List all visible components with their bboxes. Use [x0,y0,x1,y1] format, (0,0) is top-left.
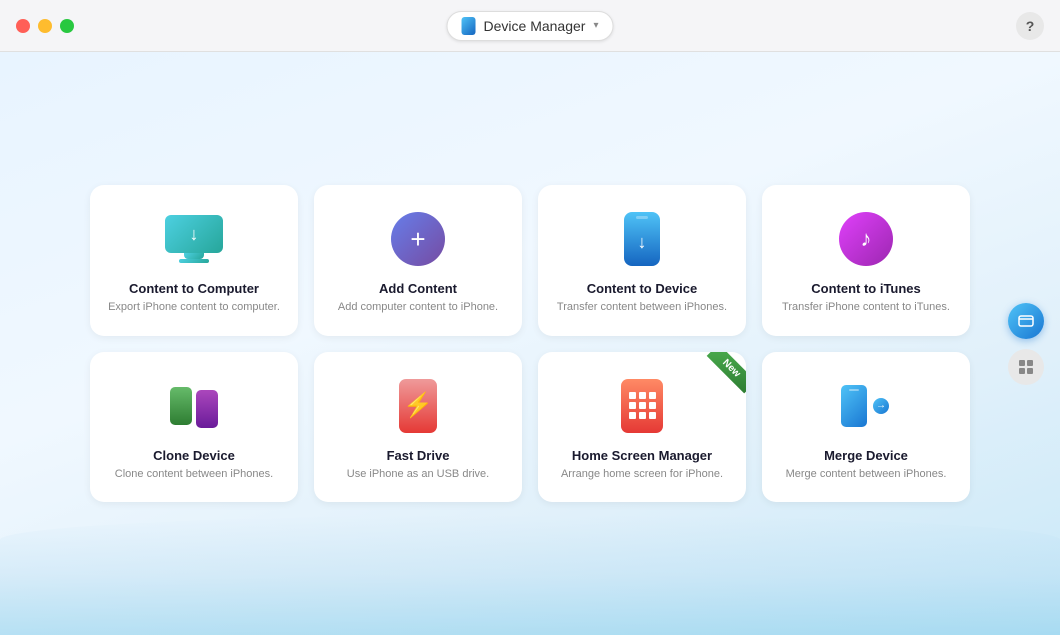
card-title: Add Content [379,281,457,296]
card-content-to-itunes[interactable]: ♪ Content to iTunes Transfer iPhone cont… [762,185,970,335]
card-desc: Clone content between iPhones. [115,467,273,482]
chevron-down-icon: ▾ [593,20,598,31]
phone-notch [636,216,648,219]
usb-drive-icon: ⚡ [399,379,437,433]
grid-view-button[interactable] [1008,349,1044,385]
content-to-computer-icon: ↓ [164,209,224,269]
new-badge: New [696,352,746,402]
card-add-content[interactable]: + Add Content Add computer content to iP… [314,185,522,335]
card-desc: Add computer content to iPhone. [338,300,498,315]
expand-button[interactable] [1008,303,1044,339]
apps-grid-icon [621,379,663,433]
wave-decoration [0,515,1060,635]
device-manager-dropdown[interactable]: Device Manager ▾ [447,11,614,41]
card-desc: Merge content between iPhones. [786,467,947,482]
card-desc: Arrange home screen for iPhone. [561,467,723,482]
card-desc: Use iPhone as an USB drive. [347,467,489,482]
card-merge-device[interactable]: → Merge Device Merge content between iPh… [762,352,970,502]
grid-icon [1018,359,1034,375]
titlebar: Device Manager ▾ ? [0,0,1060,52]
clone-phones-icon [164,381,224,431]
lightning-icon: ⚡ [403,391,433,420]
card-content-to-device[interactable]: ↓ Content to Device Transfer content bet… [538,185,746,335]
title-dropdown-container: Device Manager ▾ [447,11,614,41]
feature-grid: ↓ Content to Computer Export iPhone cont… [90,185,970,502]
main-content: ↓ Content to Computer Export iPhone cont… [0,52,1060,635]
card-title: Content to iTunes [811,281,921,296]
card-clone-device[interactable]: Clone Device Clone content between iPhon… [90,352,298,502]
side-buttons [1008,303,1044,385]
fast-drive-icon: ⚡ [388,376,448,436]
card-title: Clone Device [153,448,235,463]
content-to-device-icon: ↓ [612,209,672,269]
minimize-button[interactable] [38,19,52,33]
device-arrow-icon: ↓ [638,232,647,253]
phone-icon [462,17,476,35]
merge-device-icon: → [836,376,896,436]
card-fast-drive[interactable]: ⚡ Fast Drive Use iPhone as an USB drive. [314,352,522,502]
maximize-button[interactable] [60,19,74,33]
add-content-icon: + [388,209,448,269]
card-title: Content to Device [587,281,698,296]
help-button[interactable]: ? [1016,12,1044,40]
merge-phones-icon: → [836,382,896,430]
close-button[interactable] [16,19,30,33]
home-screen-manager-icon [612,376,672,436]
plus-circle-icon: + [391,212,445,266]
card-title: Fast Drive [387,448,450,463]
dropdown-label: Device Manager [484,18,586,34]
itunes-icon: ♪ [839,212,893,266]
card-title: Content to Computer [129,281,259,296]
expand-icon [1017,312,1035,330]
card-desc: Transfer content between iPhones. [557,300,727,315]
card-desc: Transfer iPhone content to iTunes. [782,300,950,315]
card-title: Merge Device [824,448,908,463]
card-home-screen-manager[interactable]: New Home Screen [538,352,746,502]
traffic-lights [16,19,74,33]
content-to-itunes-icon: ♪ [836,209,896,269]
card-title: Home Screen Manager [572,448,712,463]
card-desc: Export iPhone content to computer. [108,300,280,315]
download-arrow-icon: ↓ [190,224,199,245]
card-content-to-computer[interactable]: ↓ Content to Computer Export iPhone cont… [90,185,298,335]
clone-device-icon [164,376,224,436]
